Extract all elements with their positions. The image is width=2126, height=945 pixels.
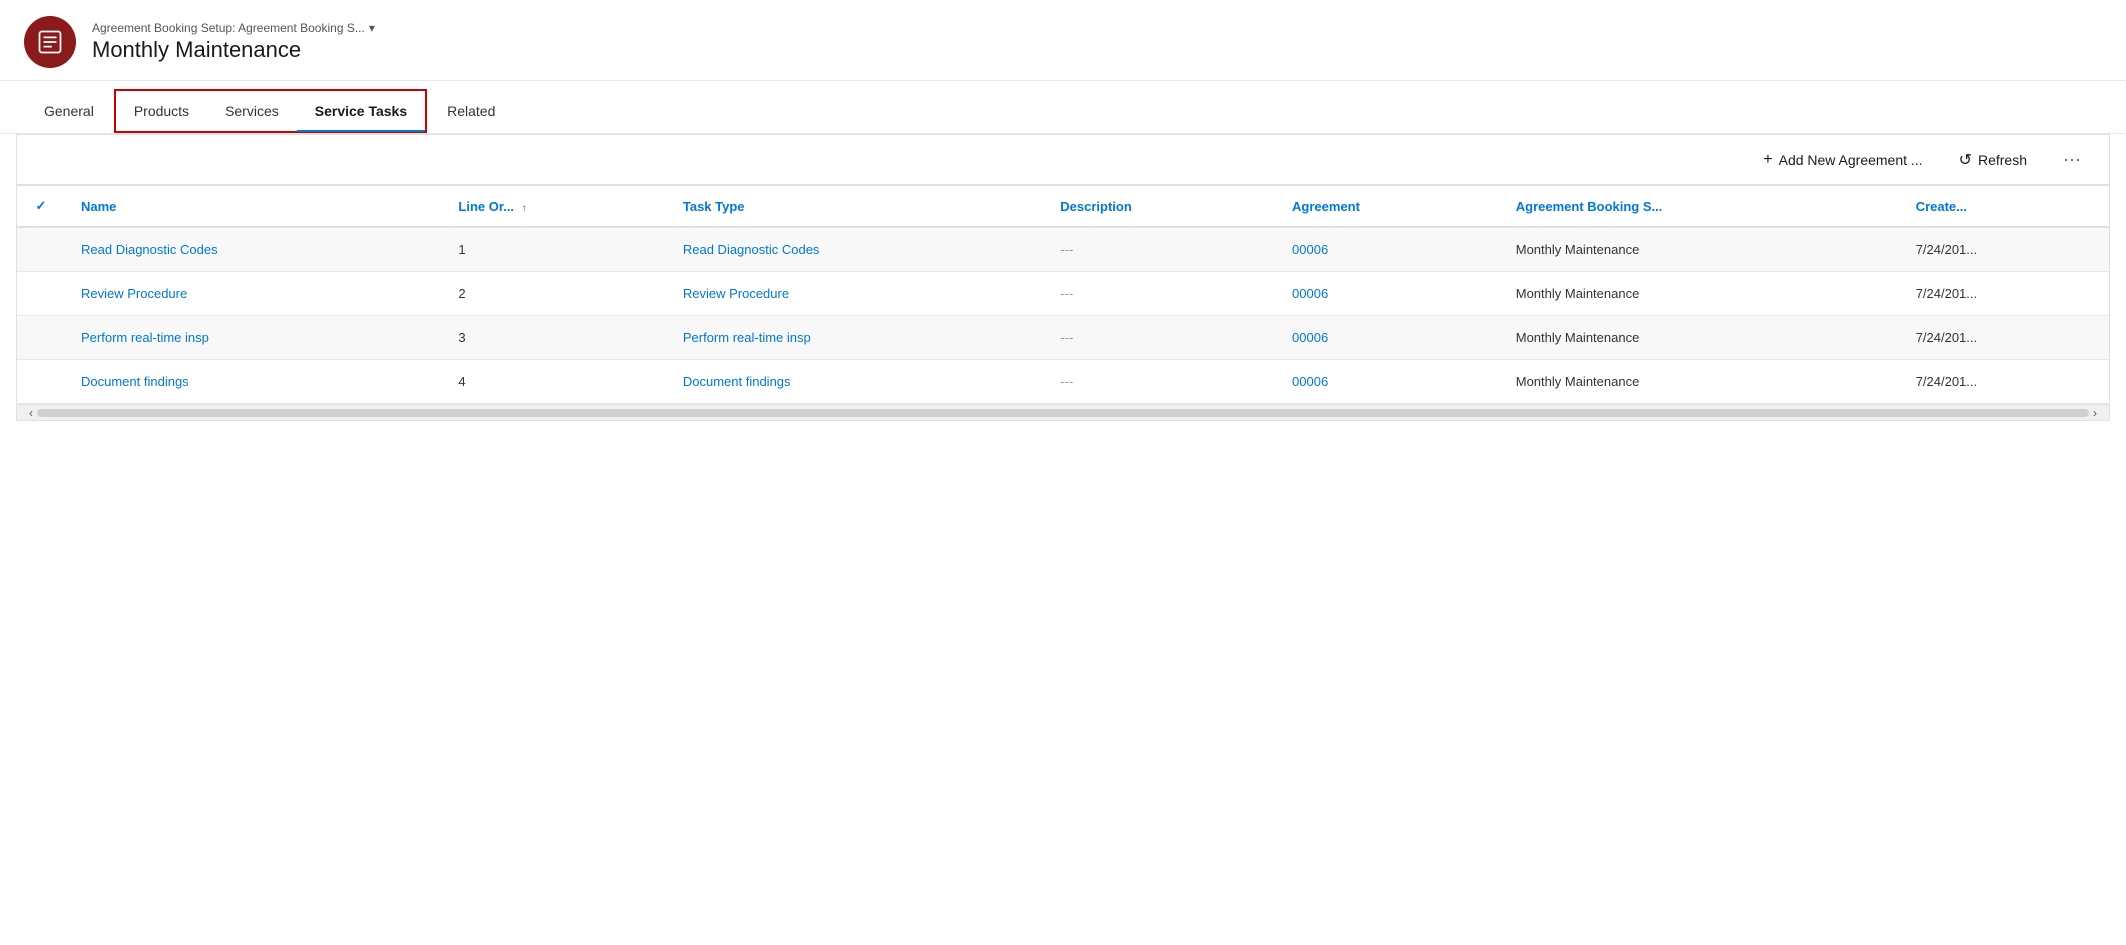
tab-service-tasks[interactable]: Service Tasks bbox=[297, 91, 425, 131]
table-row: Perform real-time insp 3 Perform real-ti… bbox=[17, 316, 2109, 360]
row-name[interactable]: Review Procedure bbox=[65, 272, 442, 316]
tab-bar: General Products Services Service Tasks … bbox=[0, 89, 2126, 134]
row-description: --- bbox=[1044, 272, 1276, 316]
table-header: ✓ Name Line Or... ↑ Task Type Descriptio… bbox=[17, 186, 2109, 227]
table-row: Review Procedure 2 Review Procedure --- … bbox=[17, 272, 2109, 316]
row-description: --- bbox=[1044, 360, 1276, 404]
row-agreement-booking: Monthly Maintenance bbox=[1500, 227, 1900, 272]
page-header: Agreement Booking Setup: Agreement Booki… bbox=[0, 0, 2126, 81]
row-name[interactable]: Document findings bbox=[65, 360, 442, 404]
col-task-type[interactable]: Task Type bbox=[667, 186, 1044, 227]
horizontal-scrollbar[interactable]: ‹ › bbox=[17, 404, 2109, 420]
table-row: Read Diagnostic Codes 1 Read Diagnostic … bbox=[17, 227, 2109, 272]
row-task-type[interactable]: Read Diagnostic Codes bbox=[667, 227, 1044, 272]
col-agreement-booking[interactable]: Agreement Booking S... bbox=[1500, 186, 1900, 227]
row-check[interactable] bbox=[17, 227, 65, 272]
tab-products[interactable]: Products bbox=[116, 91, 207, 131]
more-icon: ··· bbox=[2063, 149, 2081, 169]
row-check[interactable] bbox=[17, 316, 65, 360]
row-agreement-booking: Monthly Maintenance bbox=[1500, 316, 1900, 360]
row-description: --- bbox=[1044, 227, 1276, 272]
table-body: Read Diagnostic Codes 1 Read Diagnostic … bbox=[17, 227, 2109, 404]
app-icon bbox=[24, 16, 76, 68]
tab-services[interactable]: Services bbox=[207, 91, 297, 131]
scroll-left-arrow[interactable]: ‹ bbox=[25, 406, 37, 420]
page-title: Monthly Maintenance bbox=[92, 37, 375, 63]
row-agreement[interactable]: 00006 bbox=[1276, 316, 1500, 360]
breadcrumb-text: Agreement Booking Setup: Agreement Booki… bbox=[92, 21, 365, 35]
row-line-order: 3 bbox=[442, 316, 666, 360]
agreement-booking-icon bbox=[36, 28, 64, 56]
col-description[interactable]: Description bbox=[1044, 186, 1276, 227]
row-name[interactable]: Read Diagnostic Codes bbox=[65, 227, 442, 272]
more-options-button[interactable]: ··· bbox=[2055, 145, 2089, 174]
refresh-label: Refresh bbox=[1978, 152, 2027, 168]
row-description: --- bbox=[1044, 316, 1276, 360]
row-task-type[interactable]: Review Procedure bbox=[667, 272, 1044, 316]
table-container: ✓ Name Line Or... ↑ Task Type Descriptio… bbox=[17, 186, 2109, 404]
table-row: Document findings 4 Document findings --… bbox=[17, 360, 2109, 404]
col-check[interactable]: ✓ bbox=[17, 186, 65, 227]
row-created: 7/24/201... bbox=[1900, 316, 2109, 360]
col-line-order[interactable]: Line Or... ↑ bbox=[442, 186, 666, 227]
row-created: 7/24/201... bbox=[1900, 227, 2109, 272]
scrollbar-track[interactable] bbox=[37, 409, 2089, 417]
row-agreement-booking: Monthly Maintenance bbox=[1500, 272, 1900, 316]
header-text: Agreement Booking Setup: Agreement Booki… bbox=[92, 21, 375, 63]
row-task-type[interactable]: Perform real-time insp bbox=[667, 316, 1044, 360]
add-new-button[interactable]: + Add New Agreement ... bbox=[1755, 147, 1930, 173]
add-new-label: Add New Agreement ... bbox=[1779, 152, 1923, 168]
row-line-order: 4 bbox=[442, 360, 666, 404]
service-tasks-table: ✓ Name Line Or... ↑ Task Type Descriptio… bbox=[17, 186, 2109, 404]
tab-general[interactable]: General bbox=[24, 89, 114, 133]
row-line-order: 2 bbox=[442, 272, 666, 316]
col-name[interactable]: Name bbox=[65, 186, 442, 227]
header-row: ✓ Name Line Or... ↑ Task Type Descriptio… bbox=[17, 186, 2109, 227]
row-task-type[interactable]: Document findings bbox=[667, 360, 1044, 404]
col-created[interactable]: Create... bbox=[1900, 186, 2109, 227]
breadcrumb: Agreement Booking Setup: Agreement Booki… bbox=[92, 21, 375, 35]
breadcrumb-chevron[interactable]: ▾ bbox=[369, 21, 375, 35]
scroll-right-arrow[interactable]: › bbox=[2089, 406, 2101, 420]
sort-icon: ↑ bbox=[522, 203, 527, 214]
content-area: + Add New Agreement ... ↺ Refresh ··· ✓ … bbox=[16, 134, 2110, 421]
row-name[interactable]: Perform real-time insp bbox=[65, 316, 442, 360]
row-agreement[interactable]: 00006 bbox=[1276, 227, 1500, 272]
row-agreement[interactable]: 00006 bbox=[1276, 272, 1500, 316]
tab-related[interactable]: Related bbox=[427, 89, 515, 133]
toolbar: + Add New Agreement ... ↺ Refresh ··· bbox=[17, 135, 2109, 185]
refresh-icon: ↺ bbox=[1959, 150, 1972, 170]
col-agreement[interactable]: Agreement bbox=[1276, 186, 1500, 227]
row-check[interactable] bbox=[17, 272, 65, 316]
add-icon: + bbox=[1763, 151, 1772, 169]
row-check[interactable] bbox=[17, 360, 65, 404]
row-created: 7/24/201... bbox=[1900, 360, 2109, 404]
row-created: 7/24/201... bbox=[1900, 272, 2109, 316]
refresh-button[interactable]: ↺ Refresh bbox=[1951, 146, 2035, 174]
row-line-order: 1 bbox=[442, 227, 666, 272]
row-agreement-booking: Monthly Maintenance bbox=[1500, 360, 1900, 404]
row-agreement[interactable]: 00006 bbox=[1276, 360, 1500, 404]
tab-border-group: Products Services Service Tasks bbox=[114, 89, 427, 133]
